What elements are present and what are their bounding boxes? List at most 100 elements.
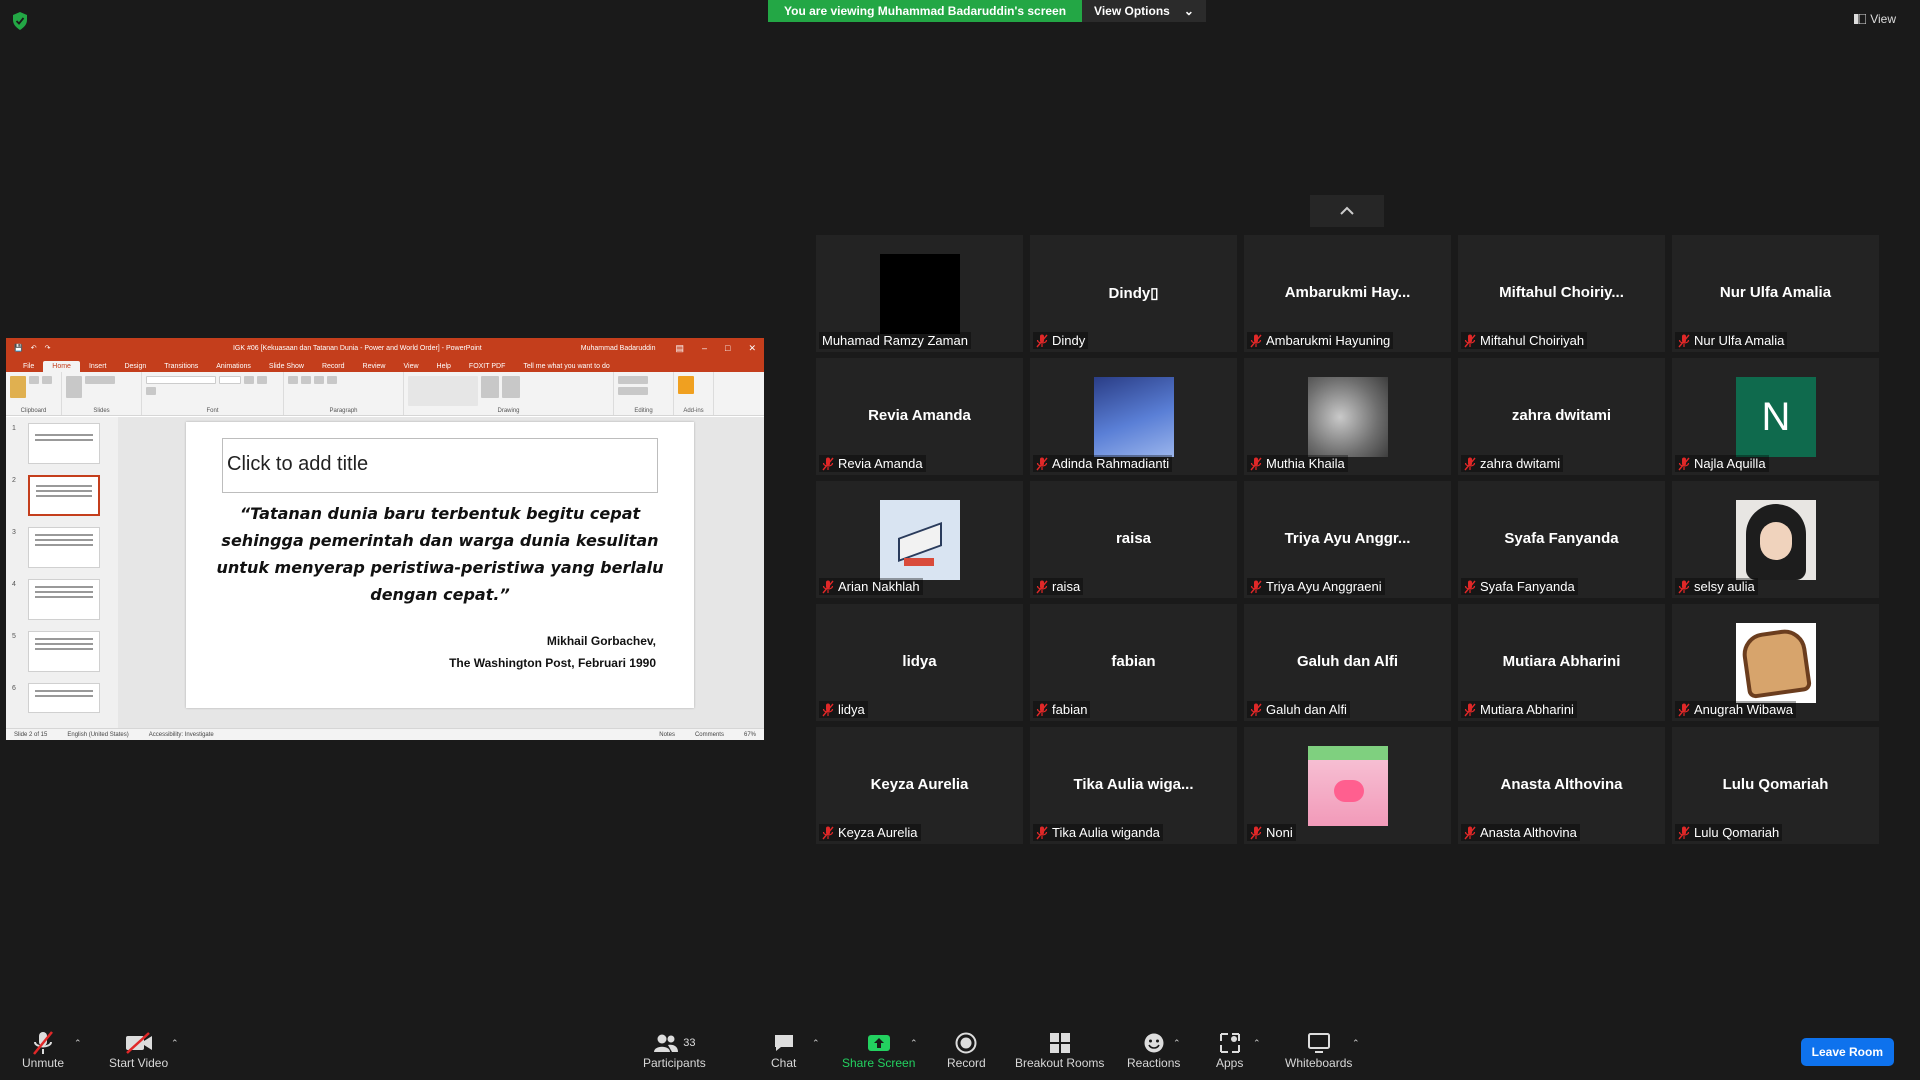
cut-icon[interactable] (29, 376, 39, 384)
apps-button[interactable]: Apps (1216, 1030, 1243, 1070)
shapes-gallery[interactable] (408, 376, 478, 406)
undo-icon[interactable]: ↶ (31, 344, 37, 352)
save-icon[interactable]: 💾 (14, 344, 23, 352)
shared-screen-powerpoint[interactable]: 💾 ↶ ↷ IGK #06 [Kekuasaan dan Tatanan Dun… (6, 338, 764, 740)
participant-tile[interactable]: Ambarukmi Hay... Ambarukmi Hayuning (1244, 235, 1451, 352)
paste-icon[interactable] (10, 376, 26, 398)
view-button[interactable]: View (1854, 12, 1896, 26)
participant-tile[interactable]: Galuh dan Alfi Galuh dan Alfi (1244, 604, 1451, 721)
bold-icon[interactable] (244, 376, 254, 384)
participants-button[interactable]: 33 Participants (643, 1030, 706, 1070)
slide-canvas[interactable]: Click to add title “Tatanan dunia baru t… (186, 422, 694, 708)
bullets-icon[interactable] (288, 376, 298, 384)
participant-tile[interactable]: Muhamad Ramzy Zaman (816, 235, 1023, 352)
participant-tile[interactable]: Dindy▯ Dindy (1030, 235, 1237, 352)
align-left-icon[interactable] (314, 376, 324, 384)
participant-tile[interactable]: Tika Aulia wiga... Tika Aulia wiganda (1030, 727, 1237, 844)
participant-tile[interactable]: raisa raisa (1030, 481, 1237, 598)
gallery-scroll-up-button[interactable] (1310, 195, 1384, 227)
quote-attribution[interactable]: Mikhail Gorbachev, The Washington Post, … (449, 630, 656, 674)
minimize-icon[interactable]: – (702, 343, 707, 354)
participant-tile[interactable]: Lulu Qomariah Lulu Qomariah (1672, 727, 1879, 844)
whiteboards-caret-icon[interactable]: ⌃ (1352, 1038, 1360, 1049)
accessibility-status[interactable]: Accessibility: Investigate (149, 732, 214, 738)
unmute-button[interactable]: Unmute (22, 1030, 64, 1070)
tab-foxit-pdf[interactable]: FOXIT PDF (460, 361, 514, 372)
participant-tile[interactable]: selsy aulia (1672, 481, 1879, 598)
participant-tile[interactable]: Keyza Aurelia Keyza Aurelia (816, 727, 1023, 844)
slide-thumbnail[interactable] (28, 527, 100, 568)
participant-tile[interactable]: Noni (1244, 727, 1451, 844)
chat-options-caret-icon[interactable]: ⌃ (812, 1038, 820, 1049)
close-icon[interactable]: ✕ (748, 343, 756, 354)
share-options-caret-icon[interactable]: ⌃ (910, 1038, 918, 1049)
slide-quote[interactable]: “Tatanan dunia baru terbentuk begitu cep… (216, 500, 664, 608)
tab-file[interactable]: File (14, 361, 43, 372)
encryption-shield-icon[interactable] (12, 12, 28, 30)
zoom-level[interactable]: 67% (744, 732, 756, 738)
font-name-select[interactable] (146, 376, 216, 384)
underline-icon[interactable] (146, 387, 156, 395)
comments-button[interactable]: Comments (695, 732, 724, 738)
slide-thumbnail-active[interactable] (28, 475, 100, 516)
participant-tile[interactable]: zahra dwitami zahra dwitami (1458, 358, 1665, 475)
ribbon-display-icon[interactable]: ▤ (675, 343, 684, 354)
participant-tile[interactable]: N Najla Aquilla (1672, 358, 1879, 475)
redo-icon[interactable]: ↷ (45, 344, 51, 352)
quick-styles-icon[interactable] (502, 376, 520, 398)
breakout-rooms-button[interactable]: Breakout Rooms (1015, 1030, 1104, 1070)
slide-thumbnail[interactable] (28, 579, 100, 620)
audio-options-caret-icon[interactable]: ⌃ (74, 1038, 82, 1049)
tab-view[interactable]: View (394, 361, 427, 372)
tab-animations[interactable]: Animations (207, 361, 260, 372)
numbering-icon[interactable] (301, 376, 311, 384)
participant-tile[interactable]: Anugrah Wibawa (1672, 604, 1879, 721)
share-screen-button[interactable]: Share Screen (842, 1030, 915, 1070)
view-options-button[interactable]: View Options ⌄ (1082, 0, 1206, 22)
record-button[interactable]: Record (947, 1030, 986, 1070)
participant-tile[interactable]: fabian fabian (1030, 604, 1237, 721)
apps-caret-icon[interactable]: ⌃ (1253, 1038, 1261, 1049)
find-icon[interactable] (618, 376, 648, 384)
tab-record[interactable]: Record (313, 361, 354, 372)
participant-tile[interactable]: Arian Nakhlah (816, 481, 1023, 598)
tab-review[interactable]: Review (354, 361, 395, 372)
video-options-caret-icon[interactable]: ⌃ (171, 1038, 179, 1049)
slide-thumbnail[interactable] (28, 683, 100, 713)
language-status[interactable]: English (United States) (67, 732, 128, 738)
slide-thumbnail[interactable] (28, 423, 100, 464)
arrange-icon[interactable] (481, 376, 499, 398)
slide-thumbnail[interactable] (28, 631, 100, 672)
reactions-caret-icon[interactable]: ⌃ (1173, 1038, 1181, 1049)
layout-icon[interactable] (85, 376, 115, 384)
participant-tile[interactable]: Syafa Fanyanda Syafa Fanyanda (1458, 481, 1665, 598)
maximize-icon[interactable]: □ (725, 343, 730, 354)
tab-slide-show[interactable]: Slide Show (260, 361, 313, 372)
chat-button[interactable]: Chat (771, 1030, 796, 1070)
tab-design[interactable]: Design (115, 361, 155, 372)
replace-icon[interactable] (618, 387, 648, 395)
tell-me-search[interactable]: Tell me what you want to do (514, 361, 618, 372)
whiteboards-button[interactable]: Whiteboards (1285, 1030, 1352, 1070)
participant-tile[interactable]: lidya lidya (816, 604, 1023, 721)
participant-tile[interactable]: Nur Ulfa Amalia Nur Ulfa Amalia (1672, 235, 1879, 352)
tab-transitions[interactable]: Transitions (155, 361, 207, 372)
participant-tile[interactable]: Mutiara Abharini Mutiara Abharini (1458, 604, 1665, 721)
tab-home[interactable]: Home (43, 361, 80, 372)
new-slide-icon[interactable] (66, 376, 82, 398)
add-ins-icon[interactable] (678, 376, 694, 394)
participant-tile[interactable]: Adinda Rahmadianti (1030, 358, 1237, 475)
align-center-icon[interactable] (327, 376, 337, 384)
copy-icon[interactable] (42, 376, 52, 384)
italic-icon[interactable] (257, 376, 267, 384)
title-placeholder[interactable]: Click to add title (222, 438, 658, 493)
reactions-button[interactable]: Reactions (1127, 1030, 1180, 1070)
notes-button[interactable]: Notes (659, 732, 675, 738)
participant-tile[interactable]: Anasta Althovina Anasta Althovina (1458, 727, 1665, 844)
slide-thumbnails[interactable]: 1 2 3 4 5 6 (6, 417, 118, 728)
participant-tile[interactable]: Muthia Khaila (1244, 358, 1451, 475)
start-video-button[interactable]: Start Video (109, 1030, 168, 1070)
tab-insert[interactable]: Insert (80, 361, 116, 372)
font-size-select[interactable] (219, 376, 241, 384)
leave-room-button[interactable]: Leave Room (1800, 1038, 1894, 1066)
